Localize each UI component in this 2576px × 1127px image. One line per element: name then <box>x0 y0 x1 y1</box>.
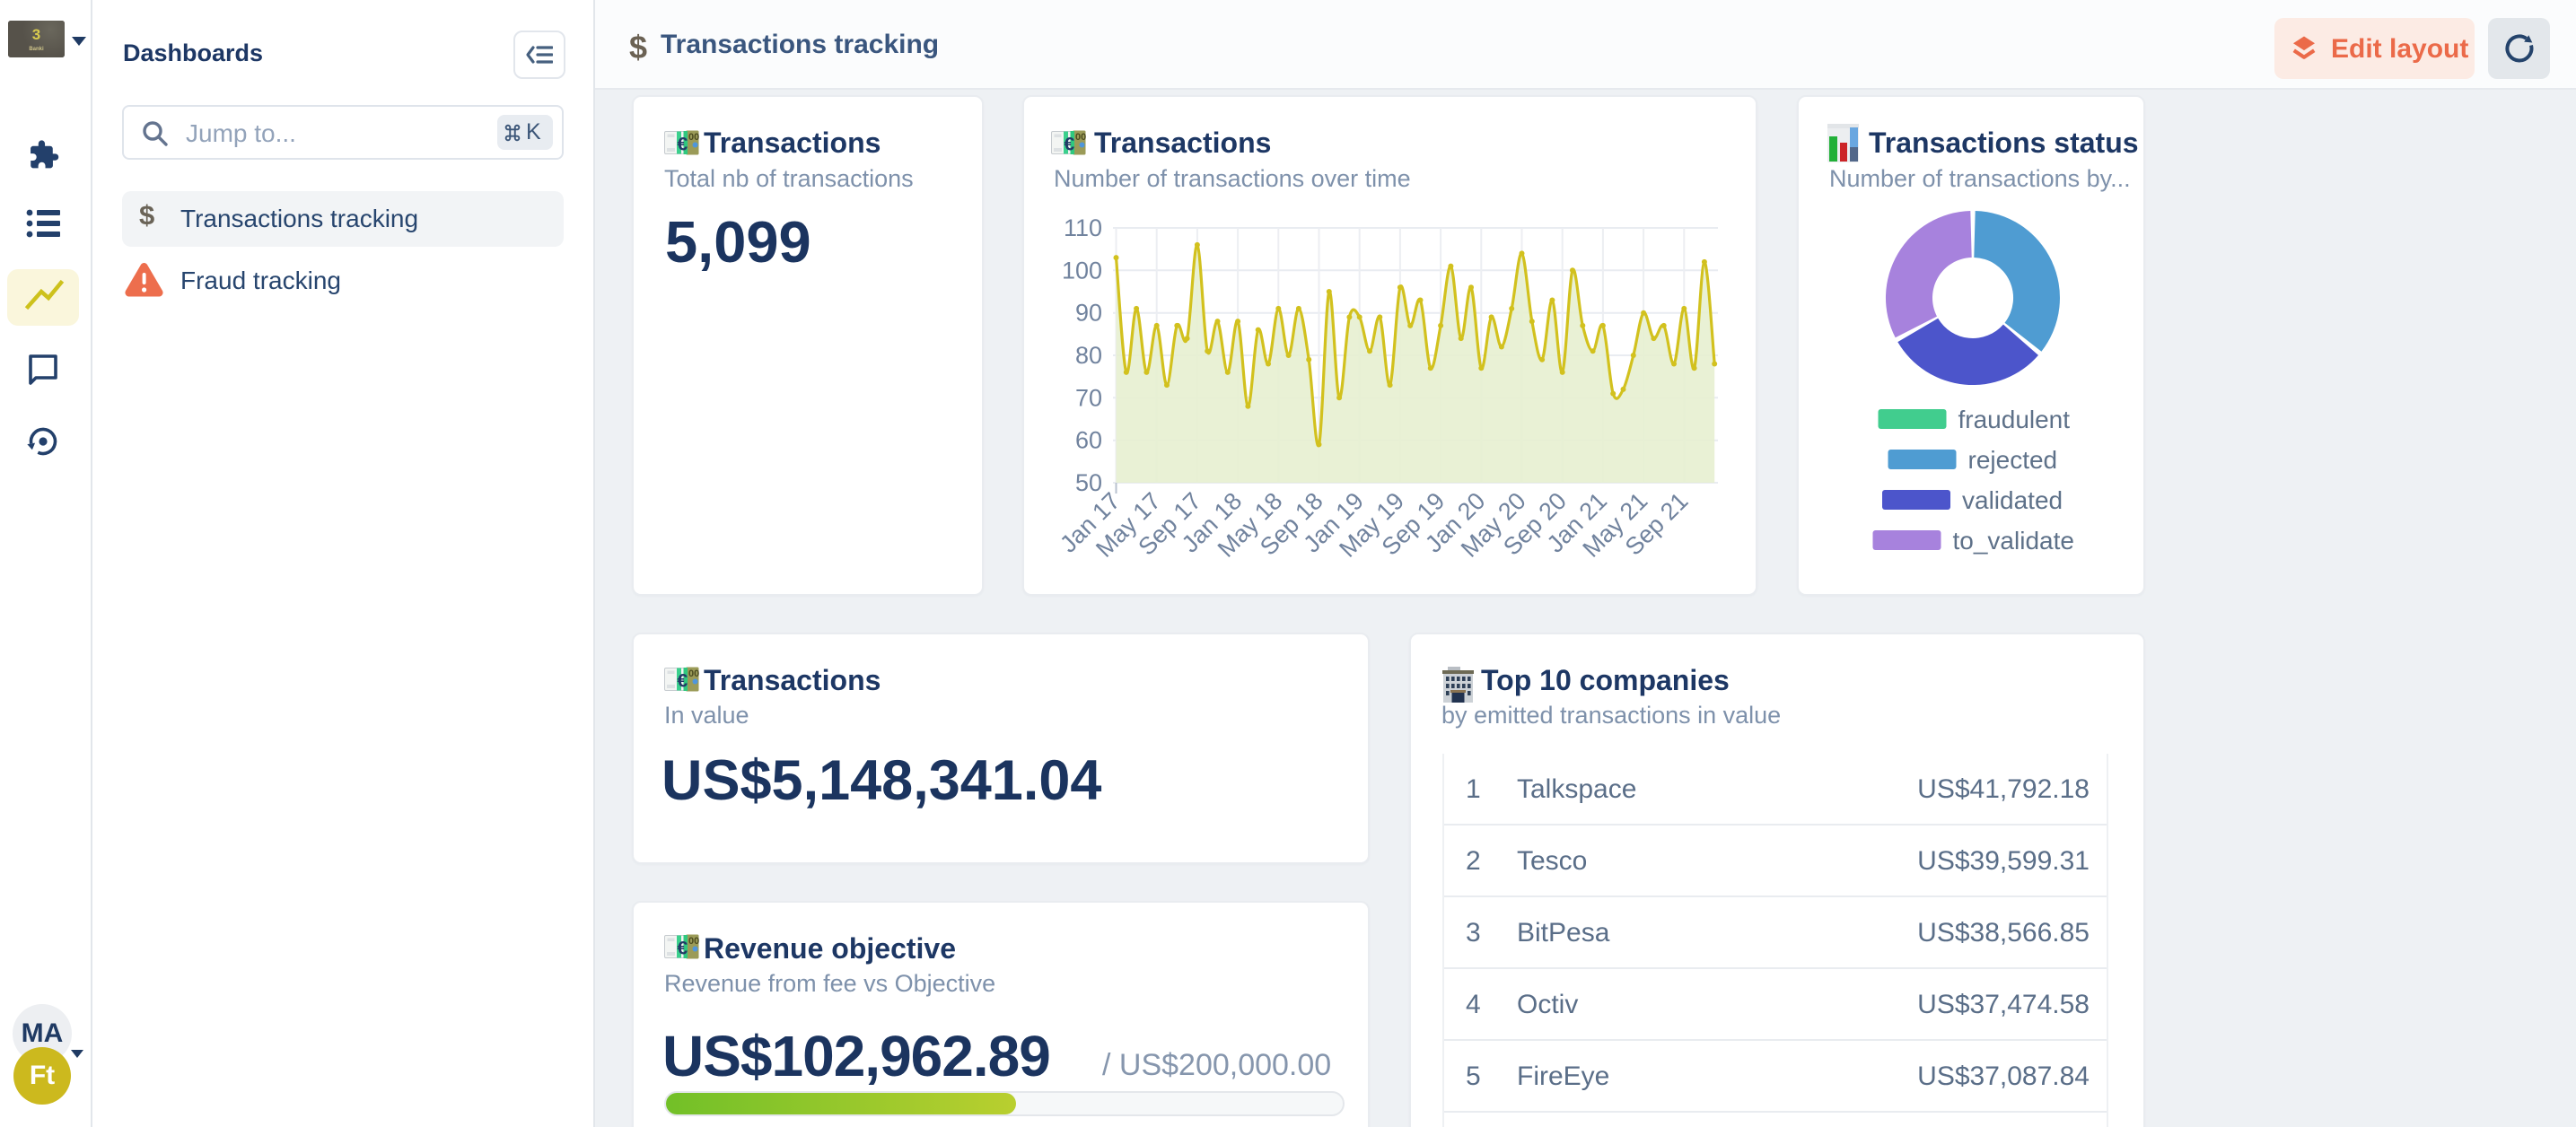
svg-text:validated: validated <box>1962 486 2063 514</box>
svg-text:00: 00 <box>688 132 699 143</box>
svg-text:00: 00 <box>688 668 699 679</box>
svg-text:€: € <box>678 135 688 155</box>
svg-text:€: € <box>678 939 688 959</box>
svg-text:50: 50 <box>1075 469 1102 496</box>
svg-text:60: 60 <box>1075 427 1102 454</box>
svg-text:110: 110 <box>1064 214 1102 241</box>
svg-text:90: 90 <box>1075 300 1102 327</box>
svg-text:fraudulent: fraudulent <box>1958 406 2071 433</box>
svg-text:00: 00 <box>688 936 699 947</box>
svg-text:70: 70 <box>1075 384 1102 411</box>
svg-text:100: 100 <box>1062 257 1102 284</box>
svg-text:€: € <box>678 671 688 692</box>
svg-text:80: 80 <box>1075 342 1102 369</box>
svg-text:rejected: rejected <box>1968 446 2058 474</box>
svg-text:to_validate: to_validate <box>1953 527 2074 555</box>
